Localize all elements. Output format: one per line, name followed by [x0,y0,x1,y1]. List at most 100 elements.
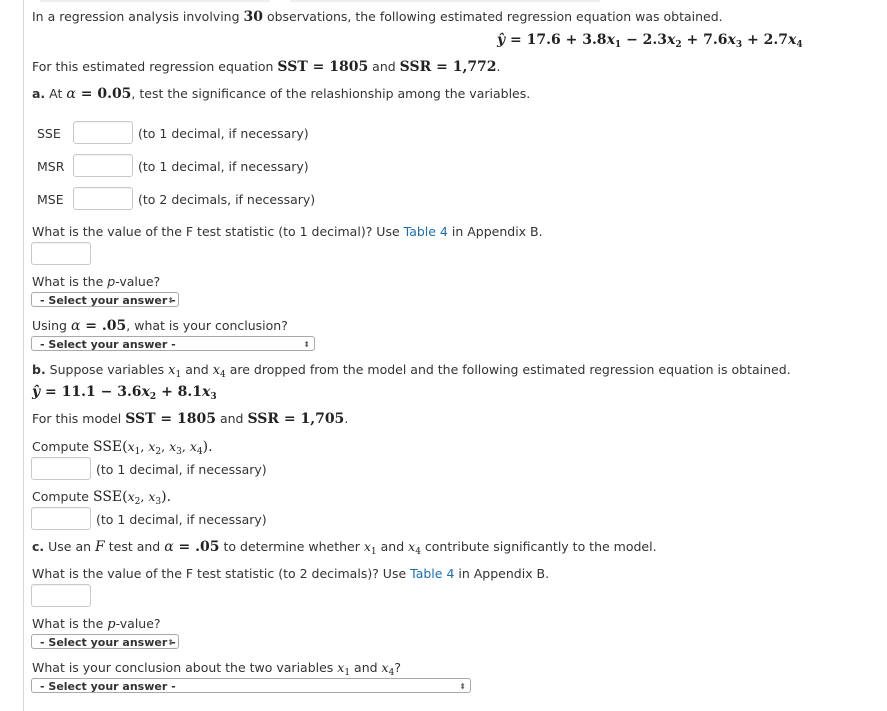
part-a-f-question: What is the value of the F test statisti… [32,224,543,239]
and-text: and [350,660,382,675]
var-x: x [212,363,221,378]
part-a-conclusion-select[interactable]: - Select your answer - ⬍ [31,336,315,351]
sst-value: SST = 1805 [125,411,216,427]
part-c-f-question: What is the value of the F test statisti… [32,566,549,581]
mse-note: (to 2 decimals, if necessary) [138,192,316,207]
var-x: x [363,539,371,554]
select-arrows-icon: ⬍ [167,296,174,305]
ssr-value: SSR = 1,705 [247,411,345,427]
p-question-text: What is the [32,616,108,631]
p-question-suffix: -value? [115,274,161,289]
sst-value: SST = 1805 [277,59,369,75]
part-a-f-statistic-input[interactable] [31,242,91,265]
alpha-symbol: α [66,86,76,102]
mse-input[interactable] [73,187,133,210]
eq-term: + 8.1 [161,384,203,400]
msr-input[interactable] [73,154,133,177]
ssr-value: SSR = 1,772 [399,59,497,75]
part-c-conclusion-question: What is your conclusion about the two va… [32,660,401,678]
part-c-text: test and [104,539,165,554]
part-b-text: Suppose variables [45,362,169,377]
p-symbol: p [107,274,116,289]
part-c-text: contribute significantly to the model. [420,539,657,554]
eq-term: + 2.7 [747,32,788,48]
y-hat: ŷ [32,384,41,400]
msr-note: (to 1 decimal, if necessary) [138,159,309,174]
msr-label: MSR [37,159,65,174]
eq-term: = 11.1 − 3.6 [45,384,142,400]
conclusion-suffix: , what is your conclusion? [126,318,288,333]
part-a-text: , test the significance of the relashion… [131,86,531,101]
eq-sub: 3 [210,392,217,402]
part-c-label: c. [32,539,45,554]
select-placeholder: - Select your answer - [40,338,176,351]
part-b-prompt: b. Suppose variables x1 and x4 are dropp… [32,362,791,380]
compute-sse-reduced-label: Compute SSE(x2, x3). [32,489,172,507]
part-c-p-question: What is the p-value? [32,616,161,632]
select-arrows-icon: ⬍ [459,682,466,691]
select-placeholder: - Select your answer - [40,294,176,307]
eq-var: x [141,384,150,400]
select-placeholder: - Select your answer - [40,680,176,693]
reduced-regression-equation: ŷ = 11.1 − 3.6x2 + 8.1x3 [32,384,217,402]
sse-label: SSE [37,126,61,141]
conclusion-text: What is your conclusion about the two va… [32,660,338,675]
conclusion-text: Using [32,318,71,333]
eq-term: + 7.6 [686,32,728,48]
part-a-prompt: a. At α = 0.05, test the significance of… [32,86,530,102]
intro-text: In a regression analysis involving 30 ob… [32,9,723,25]
alpha-symbol: α [164,539,174,555]
part-c-p-value-select[interactable]: - Select your answer - ⬍ [31,634,179,649]
eq-var: x [727,32,736,48]
part-a-p-question: What is the p-value? [32,274,160,289]
mse-label: MSE [37,192,64,207]
eq-term: = 17.6 + 3.8 [510,32,607,48]
sst-ssr-line: For this estimated regression equation S… [32,59,501,75]
sse-expr: SSE( [92,439,128,455]
eq-sub: 1 [614,40,622,50]
f-question-text: What is the value of the F test statisti… [32,566,411,581]
part-c-f-statistic-input[interactable] [31,584,91,607]
var-x: x [189,439,197,454]
part-a-conclusion-question: Using α = .05, what is your conclusion? [32,318,288,334]
sse-input[interactable] [73,121,133,144]
f-question-suffix: in Appendix B. [454,566,550,581]
observation-count: 30 [243,9,263,25]
intro-text-before: In a regression analysis involving [32,9,244,24]
part-a-label: a. [32,86,46,101]
eq-var: x [606,32,615,48]
sse-note: (to 1 decimal, if necessary) [138,126,309,141]
part-b-model-line: For this model SST = 1805 and SSR = 1,70… [32,411,348,427]
sse-full-model-input[interactable] [31,457,91,480]
select-arrows-icon: ⬍ [303,340,310,349]
select-placeholder: - Select your answer - [40,636,176,649]
table-4-link[interactable]: Table 4 [410,566,454,581]
part-b-text: are dropped from the model and the follo… [225,362,791,377]
sse-expr: SSE( [92,489,128,505]
top-edge-left [40,0,270,2]
var-x: x [381,660,389,675]
sse-full-note: (to 1 decimal, if necessary) [96,462,267,477]
sse-reduced-model-input[interactable] [31,507,91,530]
eq-sub: 3 [735,40,743,50]
eq-sub: 2 [149,392,157,402]
part-c-conclusion-select[interactable]: - Select your answer - ⬍ [31,678,471,693]
close-paren: ). [161,489,172,505]
y-hat: ŷ [497,32,506,48]
p-symbol: p [107,617,116,632]
part-a-p-value-select[interactable]: - Select your answer - ⬍ [31,292,179,307]
part-c-prompt: c. Use an F test and α = .05 to determin… [32,539,657,557]
model-prefix: For this model [32,411,126,426]
alpha-value: = 0.05 [75,86,132,102]
alpha-value: = .05 [173,539,220,555]
close-paren: ). [202,439,213,455]
compute-text: Compute [32,439,93,454]
full-regression-equation: ŷ = 17.6 + 3.8x1 − 2.3x2 + 7.6x3 + 2.7x4 [497,32,803,50]
and-text: and [215,411,248,426]
f-symbol: F [95,539,105,555]
sst-prefix: For this estimated regression equation [32,59,278,74]
top-edge-right [290,0,600,2]
table-4-link[interactable]: Table 4 [404,224,448,239]
p-question-text: What is the [32,274,108,289]
var-x: x [127,439,135,454]
